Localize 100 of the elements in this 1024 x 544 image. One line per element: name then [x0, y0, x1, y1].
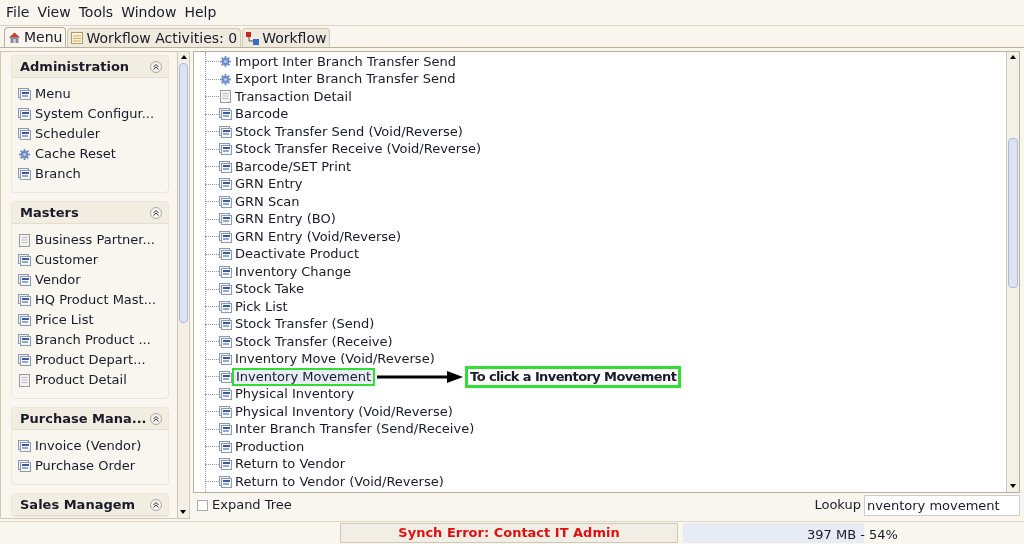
- menu-item[interactable]: View: [33, 1, 75, 24]
- window-icon: [18, 460, 31, 472]
- tree-item[interactable]: GRN Entry (Void/Reverse): [235, 229, 402, 244]
- window-icon: [18, 254, 31, 266]
- menu-item[interactable]: Purchase Order: [18, 456, 168, 476]
- tree-item[interactable]: GRN Scan: [235, 194, 300, 209]
- menu-item[interactable]: Branch: [18, 164, 168, 184]
- tree-item[interactable]: Return to Vendor: [235, 457, 346, 472]
- window-icon: [219, 265, 232, 278]
- gear-icon: [220, 56, 231, 68]
- tree-item[interactable]: Export Inter Branch Transfer Send: [235, 72, 456, 87]
- menu-item[interactable]: System Configur...: [18, 104, 168, 124]
- checkbox[interactable]: [197, 499, 208, 511]
- document-icon: [19, 233, 30, 247]
- window-icon: [18, 354, 31, 366]
- workflow-icon: [246, 31, 260, 45]
- tree-item[interactable]: Physical Inventory (Void/Reverse): [235, 404, 453, 419]
- menu-item[interactable]: Window: [117, 1, 181, 24]
- callout-label: To click a Inventory Movement: [465, 365, 682, 388]
- window-icon: [18, 128, 31, 140]
- menu-item[interactable]: Vendor: [18, 270, 168, 290]
- window-icon: [219, 405, 232, 418]
- scrollbar[interactable]: [1006, 52, 1019, 492]
- menu-item[interactable]: Menu: [18, 84, 168, 104]
- lookup-label: Lookup: [814, 496, 861, 515]
- tree-item[interactable]: Stock Transfer (Send): [235, 317, 375, 332]
- tree-item[interactable]: Stock Take: [235, 282, 304, 297]
- status-message: Synch Error: Contact IT Admin: [340, 523, 678, 543]
- memory-reading: 397 MB - 54%: [807, 526, 898, 544]
- window-icon: [219, 353, 232, 366]
- section-title: Administration: [20, 57, 130, 76]
- menu-item[interactable]: Invoice (Vendor): [18, 436, 168, 456]
- window-icon: [219, 283, 232, 296]
- menu-item[interactable]: Tools: [74, 1, 118, 24]
- menu-item[interactable]: Product Depart...: [18, 350, 168, 370]
- tree-item[interactable]: Production: [235, 439, 305, 454]
- tree-item[interactable]: GRN Entry (BO): [235, 212, 336, 227]
- tree-item[interactable]: GRN Entry: [235, 177, 303, 192]
- window-icon: [18, 168, 31, 180]
- window-icon: [219, 248, 232, 261]
- window-icon: [18, 294, 31, 306]
- menu-item[interactable]: Scheduler: [18, 124, 168, 144]
- window-icon: [219, 370, 232, 383]
- window-icon: [219, 178, 232, 191]
- tree-item[interactable]: Physical Inventory: [235, 387, 355, 402]
- window-icon: [219, 195, 232, 208]
- tree-item[interactable]: Pick List: [235, 299, 288, 314]
- tree-item[interactable]: Deactivate Product: [235, 247, 360, 262]
- section-title: Purchase Mana...: [20, 409, 147, 428]
- tree-item[interactable]: Inventory Change: [235, 264, 351, 279]
- collapse-icon[interactable]: [150, 206, 162, 219]
- menu-item[interactable]: Branch Product ...: [18, 330, 168, 350]
- menu-item[interactable]: Business Partner...: [18, 230, 168, 250]
- tree-item[interactable]: Inventory Move (Void/Reverse): [235, 352, 435, 367]
- tree-item[interactable]: Inventory Movement: [232, 367, 376, 386]
- tab[interactable]: Menu: [4, 27, 67, 47]
- lookup-field[interactable]: nventory movement: [864, 494, 1020, 516]
- window-icon: [219, 108, 232, 121]
- gear-icon: [220, 73, 231, 85]
- window-icon: [219, 458, 232, 471]
- document-icon: [19, 373, 30, 387]
- window-icon: [18, 314, 31, 326]
- window-icon: [219, 475, 232, 488]
- window-icon: [219, 213, 232, 226]
- window-icon: [219, 318, 232, 331]
- menu-item[interactable]: Product Detail: [18, 370, 168, 390]
- scrollbar[interactable]: [178, 51, 190, 519]
- window-icon: [219, 440, 232, 453]
- menu-item[interactable]: Price List: [18, 310, 168, 330]
- list-icon: [71, 32, 84, 44]
- window-icon: [219, 160, 232, 173]
- tree-item[interactable]: Transaction Detail: [235, 89, 352, 104]
- tab[interactable]: Workflow: [242, 28, 331, 47]
- tree-item[interactable]: Import Inter Branch Transfer Send: [235, 54, 457, 69]
- window-icon: [219, 388, 232, 401]
- collapse-icon[interactable]: [150, 60, 162, 73]
- menu-item[interactable]: HQ Product Mast...: [18, 290, 168, 310]
- menu-item[interactable]: File: [2, 1, 34, 24]
- checkbox-label[interactable]: Expand Tree: [212, 495, 292, 515]
- tree-item[interactable]: Stock Transfer Receive (Void/Reverse): [235, 142, 482, 157]
- tab[interactable]: Workflow Activities: 0: [67, 28, 242, 47]
- home-icon: [8, 31, 21, 44]
- window-icon: [18, 274, 31, 286]
- window-icon: [219, 423, 232, 436]
- tree-item[interactable]: Return to Vendor (Void/Reverse): [235, 474, 444, 489]
- tree-item[interactable]: Stock Transfer (Receive): [235, 334, 393, 349]
- tree-item[interactable]: Stock Transfer Send (Void/Reverse): [235, 124, 463, 139]
- menu-item[interactable]: Customer: [18, 250, 168, 270]
- window-icon: [219, 125, 232, 138]
- menu-item[interactable]: Help: [180, 1, 221, 24]
- menu-item[interactable]: Cache Reset: [18, 144, 168, 164]
- window-icon: [18, 440, 31, 452]
- window-icon: [219, 143, 232, 156]
- section-title: Masters: [20, 203, 79, 222]
- collapse-icon[interactable]: [150, 498, 162, 511]
- collapse-icon[interactable]: [150, 412, 162, 425]
- tree-item[interactable]: Inter Branch Transfer (Send/Receive): [235, 422, 475, 437]
- tree-item[interactable]: Barcode/SET Print: [235, 159, 352, 174]
- tree-item[interactable]: Barcode: [235, 107, 289, 122]
- window-icon: [219, 230, 232, 243]
